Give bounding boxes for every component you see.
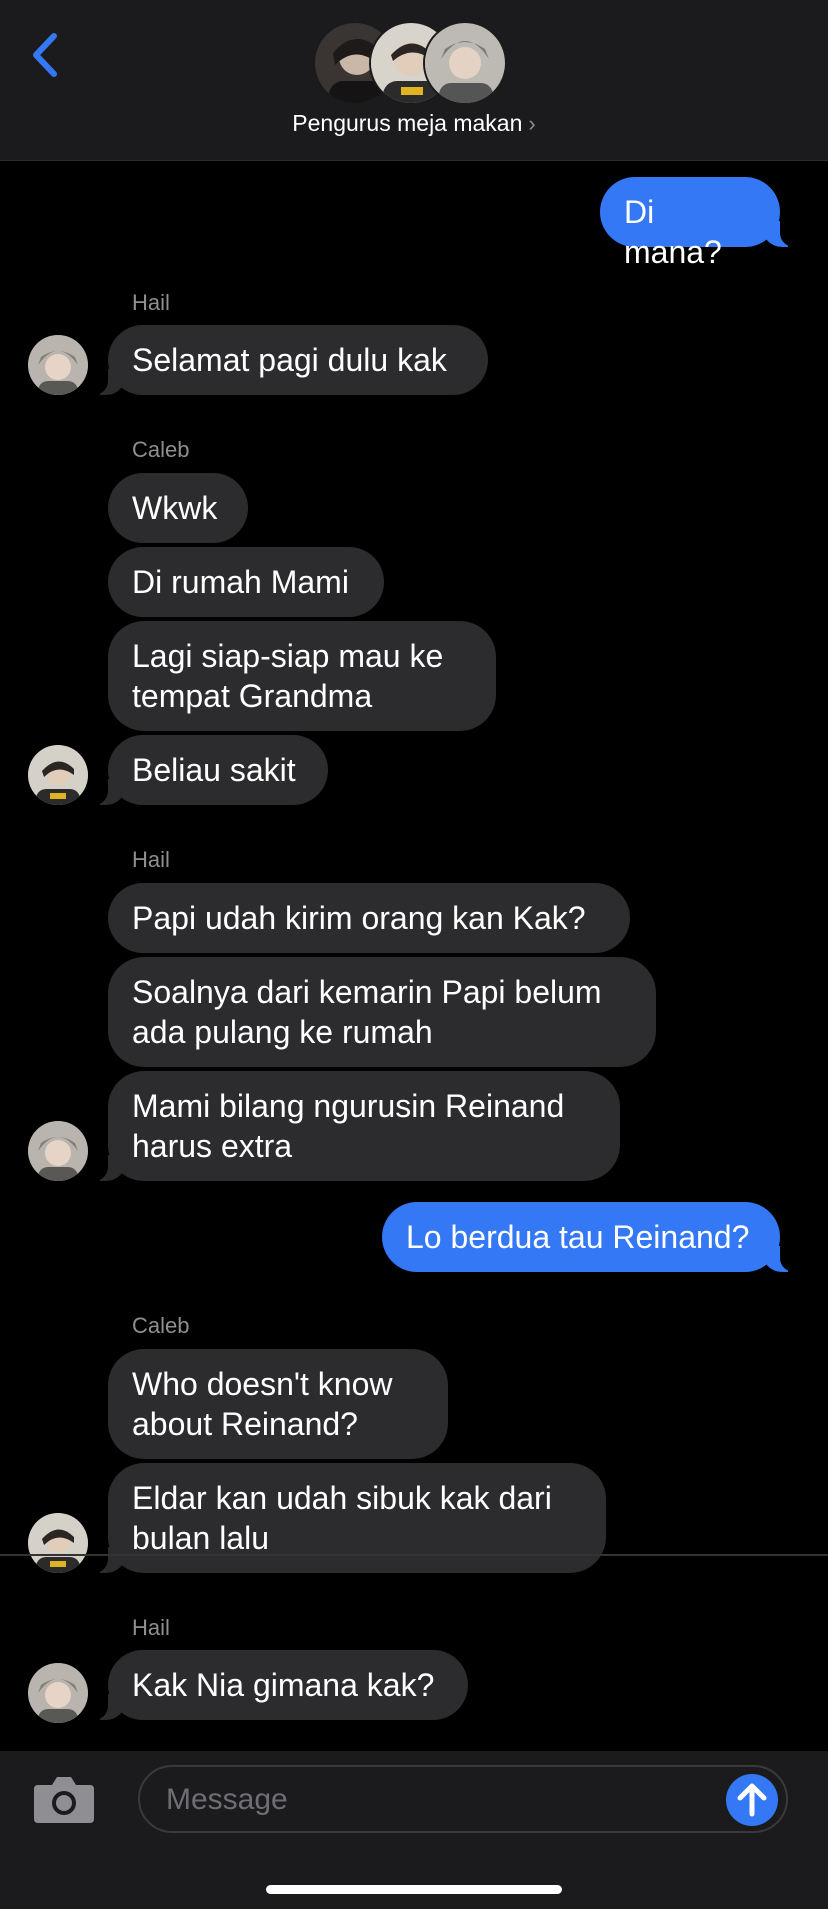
sender-avatar	[28, 745, 88, 805]
camera-button[interactable]	[32, 1773, 96, 1825]
chevron-right-icon: ›	[528, 111, 536, 136]
message-bubble-incoming[interactable]: Selamat pagi dulu kak	[92, 325, 488, 395]
conversation-header: Pengurus meja makan ›	[0, 0, 828, 161]
message-bubble-incoming[interactable]: Who doesn't know about Reinand?	[108, 1349, 448, 1459]
avatar	[423, 21, 507, 105]
divider	[0, 1554, 828, 1556]
sender-avatar	[28, 1513, 88, 1573]
message-bubble-incoming[interactable]: Beliau sakit	[92, 735, 328, 805]
arrow-up-icon	[737, 1783, 767, 1817]
message-bubble-incoming[interactable]: Lagi siap-siap mau ke tempat Grandma	[108, 621, 496, 731]
back-button[interactable]	[26, 28, 66, 82]
home-indicator	[266, 1885, 562, 1894]
message-bubble-outgoing[interactable]: Di mana?	[600, 177, 796, 270]
composer-bar	[0, 1751, 828, 1909]
message-bubble-incoming[interactable]: Eldar kan udah sibuk kak dari bulan lalu	[92, 1463, 606, 1573]
sender-name: Caleb	[132, 437, 190, 462]
send-button[interactable]	[726, 1774, 778, 1826]
message-bubble-incoming[interactable]: Wkwk	[108, 473, 248, 543]
message-field[interactable]	[138, 1765, 788, 1833]
message-input[interactable]	[164, 1777, 708, 1823]
message-bubble-outgoing[interactable]: Lo berdua tau Reinand?	[382, 1202, 796, 1272]
sender-name: Hail	[132, 847, 170, 872]
message-bubble-incoming[interactable]: Mami bilang ngurusin Reinand harus extra	[92, 1071, 620, 1181]
sender-avatar	[28, 1663, 88, 1723]
message-bubble-incoming[interactable]: Kak Nia gimana kak?	[92, 1650, 468, 1720]
sender-avatar	[28, 1121, 88, 1181]
message-bubble-incoming[interactable]: Papi udah kirim orang kan Kak?	[108, 883, 630, 953]
sender-avatar	[28, 335, 88, 395]
sender-name: Hail	[132, 1615, 170, 1640]
group-name[interactable]: Pengurus meja makan ›	[0, 110, 828, 137]
group-avatars[interactable]	[313, 21, 515, 105]
message-bubble-incoming[interactable]: Soalnya dari kemarin Papi belum ada pula…	[108, 957, 656, 1067]
message-bubble-incoming[interactable]: Di rumah Mami	[108, 547, 384, 617]
camera-icon	[34, 1777, 94, 1823]
sender-name: Caleb	[132, 1313, 190, 1338]
chevron-left-icon	[33, 33, 57, 77]
group-name-label: Pengurus meja makan	[292, 110, 523, 136]
sender-name: Hail	[132, 290, 170, 315]
